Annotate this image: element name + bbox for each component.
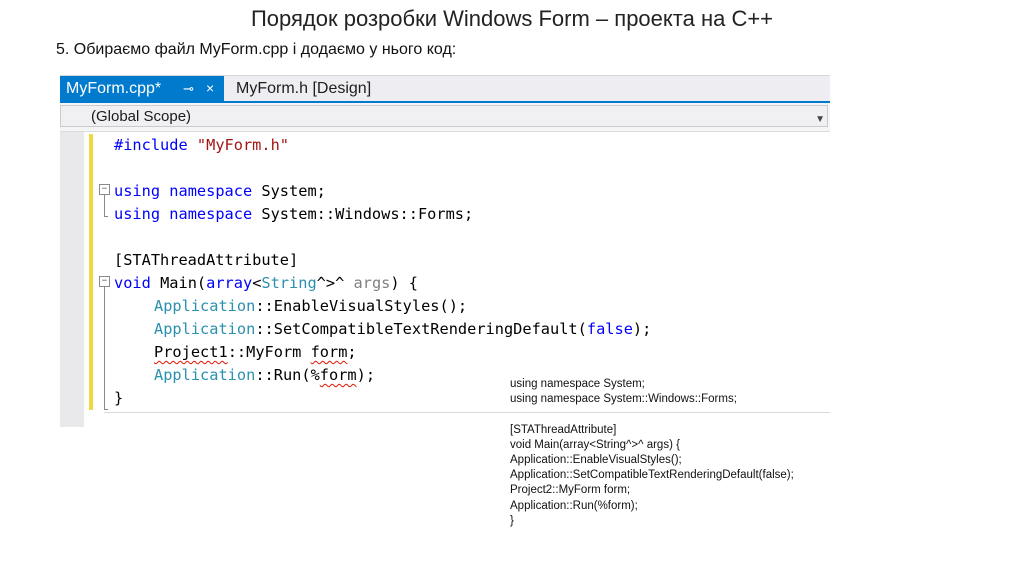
code-line: Application::Run(%form); — [154, 364, 375, 387]
code-text-line: using namespace System::Windows::Forms; — [510, 393, 737, 406]
editor-gutter — [60, 132, 84, 427]
fold-guide — [104, 287, 105, 409]
code-token: using — [114, 205, 161, 223]
code-token: [STAThreadAttribute] — [114, 251, 299, 269]
slide-title: Порядок розробки Windows Form – проекта … — [250, 6, 774, 31]
document-tab-bar: MyForm.cpp* ⊸ × MyForm.h [Design] — [60, 76, 830, 103]
code-token: using — [114, 182, 161, 200]
navigation-bar: (Global Scope) ▼ — [60, 103, 830, 132]
code-token: args — [353, 274, 391, 292]
code-token: #include — [114, 136, 188, 154]
code-token-error: Project1 — [154, 343, 228, 361]
code-token: Main( — [160, 274, 207, 292]
code-text-line: void Main(array<String^>^ args) { — [510, 438, 680, 451]
scope-dropdown[interactable]: (Global Scope) ▼ — [60, 105, 828, 127]
code-line: } — [114, 387, 123, 410]
code-text-line: Application::Run(%form); — [510, 499, 638, 512]
code-token: namespace — [169, 182, 253, 200]
code-text-block: using namespace System; using namespace … — [510, 377, 794, 529]
fold-guide — [104, 195, 105, 217]
code-token: Application — [154, 297, 256, 315]
code-text-line: using namespace System; — [510, 378, 645, 390]
scope-value: (Global Scope) — [91, 108, 192, 125]
code-text-line: Application::EnableVisualStyles(); — [510, 453, 682, 466]
collapse-icon[interactable]: − — [99, 276, 110, 287]
code-line: Application::EnableVisualStyles(); — [154, 295, 467, 318]
code-token: ) { — [390, 274, 419, 292]
code-token: void — [114, 274, 151, 292]
tab-label: MyForm.h [Design] — [236, 80, 372, 97]
code-token: ^>^ — [316, 274, 345, 292]
code-token-error: form — [310, 343, 348, 361]
pin-icon[interactable]: ⊸ — [183, 76, 194, 101]
code-line: using namespace System::Windows::Forms; — [114, 203, 473, 226]
code-token: ; — [347, 343, 357, 361]
code-token: Application — [154, 366, 256, 384]
code-text-line: } — [510, 514, 514, 527]
code-line: void Main(array<String^>^ args) { — [114, 272, 418, 295]
tab-myform-h-design[interactable]: MyForm.h [Design] — [230, 76, 377, 101]
code-text-line — [510, 407, 794, 422]
code-token: ::SetCompatibleTextRenderingDefault( — [255, 320, 587, 338]
code-line: Application::SetCompatibleTextRenderingD… — [154, 318, 651, 341]
close-icon[interactable]: × — [206, 76, 214, 101]
tab-myform-cpp[interactable]: MyForm.cpp* ⊸ × — [60, 76, 224, 101]
code-line: Project1::MyForm form; — [154, 341, 357, 364]
code-line: [STAThreadAttribute] — [114, 249, 298, 272]
code-token: ::EnableVisualStyles(); — [255, 297, 468, 315]
code-token: array — [206, 274, 253, 292]
code-token: System::Windows::Forms; — [261, 205, 474, 223]
code-token: "MyForm.h" — [196, 136, 290, 154]
code-text-line: Project2::MyForm form; — [510, 484, 631, 497]
code-text-line: Application::SetCompatibleTextRenderingD… — [510, 469, 794, 482]
tab-label: MyForm.cpp* — [66, 80, 162, 97]
code-line: using namespace System; — [114, 180, 326, 203]
collapse-icon[interactable]: − — [99, 184, 110, 195]
step-instruction: 5. Обираємо файл MyForm.cpp і додаємо у … — [56, 41, 457, 58]
code-token: ::Run(% — [255, 366, 320, 384]
code-token: String — [261, 274, 317, 292]
code-text-line: [STAThreadAttribute] — [510, 423, 617, 436]
code-line: #include "MyForm.h" — [114, 134, 289, 157]
fold-guide — [104, 409, 108, 410]
change-indicator-bar — [89, 134, 93, 410]
code-token-error: form — [319, 366, 357, 384]
code-token: ); — [632, 320, 652, 338]
code-token: System; — [261, 182, 326, 200]
code-token: ); — [356, 366, 376, 384]
code-token: ::MyForm — [227, 343, 311, 361]
code-editor-window: MyForm.cpp* ⊸ × MyForm.h [Design] (Globa… — [60, 75, 830, 427]
code-token: } — [114, 389, 124, 407]
code-token: Application — [154, 320, 256, 338]
code-token: namespace — [169, 205, 253, 223]
chevron-down-icon[interactable]: ▼ — [815, 109, 825, 131]
code-token: false — [586, 320, 633, 338]
fold-guide — [104, 216, 108, 217]
